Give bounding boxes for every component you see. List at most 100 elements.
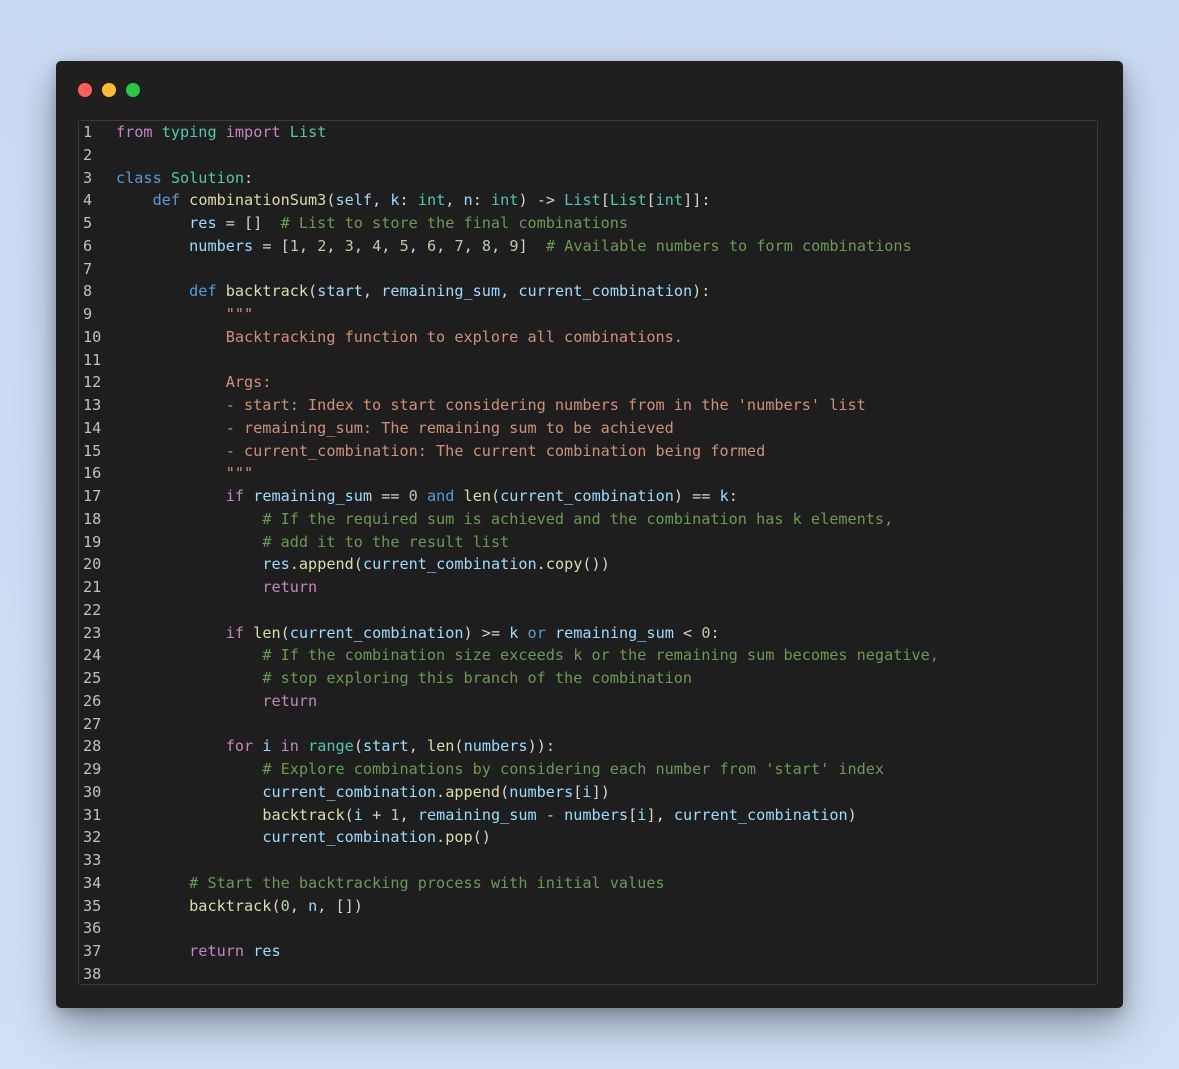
- code-token: numbers: [509, 782, 574, 801]
- line-number: 1: [83, 123, 93, 141]
- line-code: backtrack(0, n, []): [116, 895, 363, 918]
- line-number: 20: [83, 555, 102, 574]
- line-code: current_combination.append(numbers[i]): [116, 781, 610, 804]
- code-token: (: [500, 782, 510, 801]
- line-number: 36: [83, 919, 102, 938]
- line-code: if len(current_combination) >= k or rema…: [116, 622, 720, 645]
- code-line: 35 backtrack(0, n, []): [79, 895, 1097, 918]
- minimize-dot-icon[interactable]: [102, 83, 116, 97]
- code-line: 26 return: [79, 690, 1097, 713]
- code-token: backtrack: [225, 282, 309, 301]
- code-token: (: [271, 896, 281, 915]
- code-token: i: [353, 805, 363, 824]
- code-line: 34 # Start the backtracking process with…: [79, 872, 1097, 895]
- code-token: """: [225, 464, 254, 483]
- code-token: ):: [692, 282, 711, 301]
- line-number: 29: [83, 760, 102, 778]
- code-token: current_combination: [500, 487, 674, 505]
- line-code: """: [116, 462, 253, 485]
- code-token: k: [719, 487, 729, 505]
- code-token: (: [490, 487, 501, 505]
- code-line: 32 current_combination.pop(): [79, 826, 1097, 849]
- line-code: - start: Index to start considering numb…: [116, 394, 866, 417]
- code-token: remaining_sum: [253, 487, 373, 505]
- code-line: 10 Backtracking function to explore all …: [79, 326, 1097, 349]
- line-code: def combinationSum3(self, k: int, n: int…: [116, 189, 711, 212]
- code-token: or: [527, 623, 546, 642]
- line-number: 4: [83, 191, 93, 210]
- code-token: append: [298, 555, 354, 574]
- code-line: 37 return res: [79, 940, 1097, 963]
- maximize-dot-icon[interactable]: [126, 83, 140, 97]
- code-token: :: [710, 623, 720, 642]
- line-number: 30: [83, 782, 102, 801]
- line-number: 38: [83, 964, 102, 983]
- code-token: ,: [399, 805, 418, 824]
- code-token: if: [225, 487, 245, 505]
- code-token: current_combination: [262, 828, 437, 847]
- code-token: ]]:: [683, 191, 711, 210]
- line-code: # If the required sum is achieved and th…: [116, 508, 893, 531]
- line-code: if remaining_sum == 0 and len(current_co…: [116, 485, 738, 508]
- code-token: :: [399, 191, 418, 210]
- code-token: , []): [317, 896, 363, 915]
- line-code: res.append(current_combination.copy()): [116, 553, 610, 576]
- code-token: """: [225, 305, 254, 323]
- code-token: and: [426, 487, 455, 505]
- code-token: # stop exploring this branch of the comb…: [262, 669, 693, 687]
- code-token: Args:: [225, 373, 272, 392]
- code-token: def: [152, 191, 181, 210]
- code-token: List: [289, 123, 327, 141]
- line-number: 23: [83, 623, 102, 642]
- code-token: ()): [582, 555, 610, 574]
- code-token: (): [472, 828, 491, 847]
- code-token: (: [353, 555, 363, 574]
- code-line: 25 # stop exploring this branch of the c…: [79, 667, 1097, 690]
- code-token: = []: [216, 214, 281, 232]
- line-number: 14: [83, 418, 102, 437]
- code-token: def: [189, 282, 217, 301]
- code-editor[interactable]: 1 from typing import List 2 3 class Solution…: [78, 120, 1098, 985]
- code-token: backtrack: [262, 805, 345, 824]
- code-line: 17 if remaining_sum == 0 and len(current…: [79, 485, 1097, 508]
- line-code: backtrack(i + 1, remaining_sum - numbers…: [116, 804, 857, 827]
- line-number: 13: [83, 396, 102, 414]
- line-number: 15: [83, 441, 102, 460]
- code-token: .: [289, 555, 299, 574]
- code-token: ,: [381, 236, 400, 255]
- code-token: ): [847, 805, 857, 824]
- line-number: 26: [83, 691, 102, 710]
- code-token: ,: [463, 236, 482, 255]
- line-code: current_combination.pop(): [116, 826, 491, 849]
- code-token: ,: [353, 236, 373, 255]
- code-token: - remaining_sum: The remaining sum to be…: [225, 418, 674, 437]
- line-number: 11: [83, 350, 102, 369]
- line-number: 9: [83, 305, 93, 323]
- line-number: 3: [83, 168, 93, 187]
- code-token: append: [445, 782, 501, 801]
- line-number: 19: [83, 532, 102, 551]
- line-code: numbers = [1, 2, 3, 4, 5, 6, 7, 8, 9] # …: [116, 235, 912, 258]
- code-token: remaining_sum: [555, 623, 674, 642]
- line-code: # stop exploring this branch of the comb…: [116, 667, 692, 690]
- close-dot-icon[interactable]: [78, 83, 92, 97]
- code-line: 8 def backtrack(start, remaining_sum, cu…: [79, 280, 1097, 303]
- code-token: current_combination: [518, 282, 693, 301]
- code-token: len: [253, 623, 281, 642]
- code-token: Backtracking function to explore all com…: [225, 327, 683, 346]
